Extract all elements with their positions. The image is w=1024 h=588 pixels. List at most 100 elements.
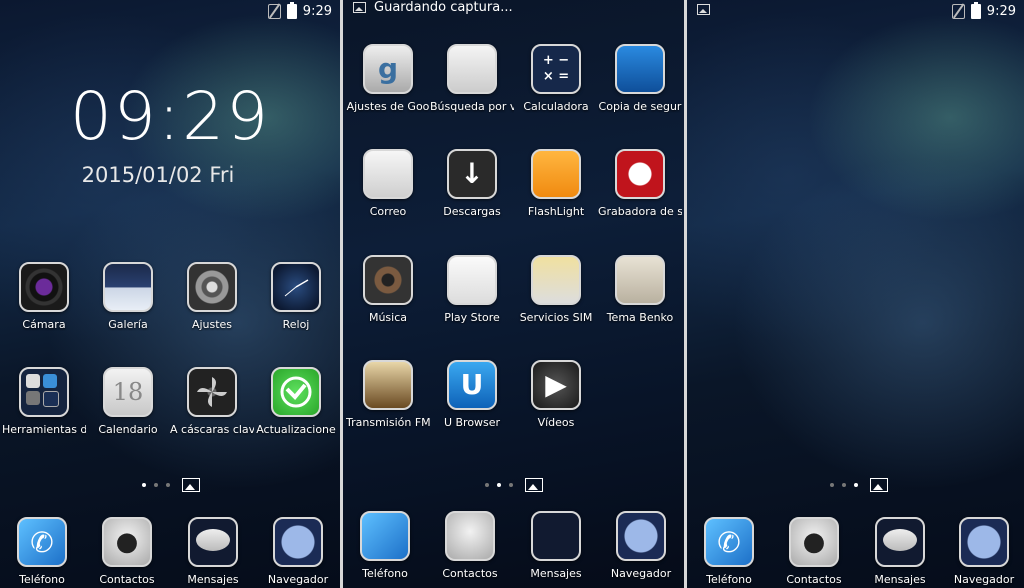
screenshot-notification-icon bbox=[353, 2, 366, 13]
drawer-app[interactable]: ▶ Vídeos bbox=[514, 360, 598, 429]
messages-icon bbox=[531, 511, 581, 561]
backup-clock-icon bbox=[615, 44, 665, 94]
screenshot-saving-text: Guardando captura... bbox=[374, 0, 513, 15]
u-browser-icon: U bbox=[447, 360, 497, 410]
drawer-app[interactable]: UU Browser bbox=[430, 360, 514, 429]
drawer-app[interactable]: Servicios SIM bbox=[514, 255, 598, 324]
page-dot bbox=[142, 483, 146, 487]
folder-tools-icon bbox=[19, 367, 69, 417]
drawer-app[interactable]: Búsqueda por v bbox=[430, 44, 514, 113]
page-indicator bbox=[142, 478, 200, 492]
play-store-icon bbox=[447, 255, 497, 305]
voice-search-icon bbox=[447, 44, 497, 94]
wallpaper-icon[interactable] bbox=[525, 478, 543, 492]
drawer-app[interactable]: ↓ Descargas bbox=[430, 149, 514, 218]
page-indicator bbox=[830, 478, 888, 492]
fm-radio-icon bbox=[363, 360, 413, 410]
music-speaker-icon bbox=[363, 255, 413, 305]
status-bar: 9:29 bbox=[687, 0, 1024, 24]
dock-messages[interactable]: Mensajes bbox=[171, 517, 255, 586]
drawer-app[interactable]: Música bbox=[346, 255, 430, 324]
clock-widget[interactable]: 09:29 bbox=[0, 78, 340, 155]
clock-icon bbox=[271, 262, 321, 312]
flashlight-icon bbox=[531, 149, 581, 199]
app-drawer: Guardando captura... g Ajustes de Goo Búsq… bbox=[343, 0, 684, 588]
dock-contacts[interactable]: ● Contactos bbox=[85, 517, 169, 586]
dock-phone[interactable]: ✆ Teléfono bbox=[0, 517, 84, 586]
status-time: 9:29 bbox=[302, 4, 332, 19]
page-dot bbox=[485, 483, 489, 487]
app-settings[interactable]: Ajustes bbox=[170, 262, 254, 331]
contacts-icon bbox=[445, 511, 495, 561]
pinwheel-icon bbox=[187, 367, 237, 417]
dock-app[interactable]: Contactos bbox=[428, 511, 512, 580]
phone-icon: ✆ bbox=[704, 517, 754, 567]
dock-contacts[interactable]: ● Contactos bbox=[772, 517, 856, 586]
home-screen-1: 9:29 09:29 2015/01/02 Fri Cámara Galería… bbox=[0, 0, 340, 588]
phone-icon bbox=[360, 511, 410, 561]
app-pinwheel[interactable]: A cáscaras clav bbox=[170, 367, 254, 436]
app-clock[interactable]: Reloj bbox=[254, 262, 338, 331]
page-dot bbox=[842, 483, 846, 487]
gallery-icon bbox=[103, 262, 153, 312]
dock-app[interactable]: Mensajes bbox=[514, 511, 598, 580]
drawer-app[interactable]: + − × = Calculadora bbox=[514, 44, 598, 113]
contacts-icon: ● bbox=[102, 517, 152, 567]
home-screen-3: 9:29 ✆ Teléfono ● Contactos Mensajes Nav… bbox=[687, 0, 1024, 588]
drawer-app[interactable]: g Ajustes de Goo bbox=[346, 44, 430, 113]
calculator-icon: + − × = bbox=[531, 44, 581, 94]
download-icon: ↓ bbox=[447, 149, 497, 199]
recorder-icon bbox=[615, 149, 665, 199]
drawer-app[interactable]: FlashLight bbox=[514, 149, 598, 218]
mail-icon bbox=[363, 149, 413, 199]
dock-app[interactable]: Navegador bbox=[599, 511, 683, 580]
browser-globe-icon bbox=[616, 511, 666, 561]
contacts-icon: ● bbox=[789, 517, 839, 567]
dock-browser[interactable]: Navegador bbox=[256, 517, 340, 586]
status-bar: Guardando captura... bbox=[343, 0, 684, 24]
dock-browser[interactable]: Navegador bbox=[942, 517, 1024, 586]
app-update[interactable]: Actualizacione bbox=[254, 367, 338, 436]
app-calendar[interactable]: 18 Calendario bbox=[86, 367, 170, 436]
drawer-app[interactable]: Copia de segur bbox=[598, 44, 682, 113]
dock-app[interactable]: Teléfono bbox=[343, 511, 427, 580]
drawer-app[interactable]: Transmisión FM bbox=[346, 360, 430, 429]
messages-icon bbox=[188, 517, 238, 567]
page-dot bbox=[166, 483, 170, 487]
no-sim-icon bbox=[951, 4, 965, 19]
date-widget: 2015/01/02 Fri bbox=[81, 163, 235, 187]
wallpaper-icon[interactable] bbox=[182, 478, 200, 492]
drawer-app[interactable]: Tema Benko bbox=[598, 255, 682, 324]
google-settings-icon: g bbox=[363, 44, 413, 94]
browser-globe-icon bbox=[273, 517, 323, 567]
settings-gear-icon bbox=[187, 262, 237, 312]
app-camera[interactable]: Cámara bbox=[2, 262, 86, 331]
dock-phone[interactable]: ✆ Teléfono bbox=[687, 517, 771, 586]
battery-icon bbox=[970, 2, 981, 19]
dock-messages[interactable]: Mensajes bbox=[858, 517, 942, 586]
no-sim-icon bbox=[267, 4, 281, 19]
screenshot-notification-icon bbox=[697, 4, 710, 15]
update-icon bbox=[271, 367, 321, 417]
page-dot bbox=[497, 483, 501, 487]
page-indicator bbox=[485, 478, 543, 492]
phone-icon: ✆ bbox=[17, 517, 67, 567]
camera-icon bbox=[19, 262, 69, 312]
calendar-icon: 18 bbox=[103, 367, 153, 417]
drawer-app[interactable]: Play Store bbox=[430, 255, 514, 324]
drawer-app[interactable]: Correo bbox=[346, 149, 430, 218]
page-dot bbox=[509, 483, 513, 487]
battery-icon bbox=[286, 2, 297, 19]
app-tools-folder[interactable]: Herramientas de bbox=[2, 367, 86, 436]
page-dot bbox=[154, 483, 158, 487]
messages-icon bbox=[875, 517, 925, 567]
browser-globe-icon bbox=[959, 517, 1009, 567]
page-dot bbox=[854, 483, 858, 487]
app-gallery[interactable]: Galería bbox=[86, 262, 170, 331]
status-bar: 9:29 bbox=[0, 0, 340, 24]
page-dot bbox=[830, 483, 834, 487]
drawer-app[interactable]: Grabadora de s bbox=[598, 149, 682, 218]
wallpaper-icon[interactable] bbox=[870, 478, 888, 492]
status-time: 9:29 bbox=[986, 4, 1016, 19]
sim-card-icon bbox=[531, 255, 581, 305]
